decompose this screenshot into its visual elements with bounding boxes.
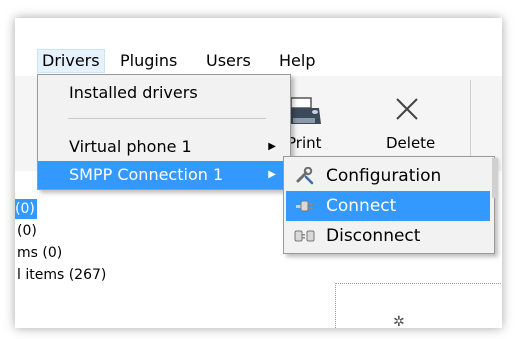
folder-tree: (0) (0) ms (0) l items (267) — [15, 171, 220, 328]
submenu-arrow-icon: ▶ — [268, 169, 276, 180]
menu-item-label: Virtual phone 1 — [69, 137, 192, 156]
delete-x-icon — [396, 98, 418, 120]
tree-row[interactable]: (0) — [15, 199, 37, 219]
menu-item-label: Connect — [326, 196, 397, 216]
menu-item-label: Installed drivers — [69, 83, 198, 102]
smpp-submenu: Configuration Connect Disconnect — [283, 156, 495, 254]
app-window: Drivers Plugins Users Help Print Delete … — [15, 18, 502, 328]
menu-item-label: SMPP Connection 1 — [69, 165, 224, 184]
menu-item-label: Disconnect — [326, 226, 421, 246]
menu-item-installed-drivers[interactable]: Installed drivers — [38, 79, 290, 107]
menu-item-virtual-phone[interactable]: Virtual phone 1 ▶ — [38, 133, 290, 161]
menu-users[interactable]: Users — [202, 49, 255, 73]
menu-separator — [68, 118, 266, 119]
scrollbar-thumb[interactable] — [492, 158, 498, 198]
print-label: Print — [287, 134, 322, 152]
drivers-dropdown: Installed drivers Virtual phone 1 ▶ SMPP… — [37, 74, 291, 190]
delete-button[interactable]: Delete — [370, 92, 440, 156]
submenu-arrow-icon: ▶ — [268, 141, 276, 152]
tree-row[interactable]: l items (267) — [17, 265, 106, 285]
menu-item-configuration[interactable]: Configuration — [286, 161, 490, 191]
tree-row[interactable]: ms (0) — [17, 243, 62, 263]
menu-item-label: Configuration — [326, 166, 442, 186]
menu-drivers[interactable]: Drivers — [37, 49, 105, 73]
menu-item-disconnect[interactable]: Disconnect — [286, 221, 490, 251]
menu-bar: Drivers Plugins Users Help — [15, 46, 502, 76]
menu-item-smpp-connection[interactable]: SMPP Connection 1 ▶ — [38, 161, 290, 189]
menu-item-connect[interactable]: Connect — [286, 191, 490, 221]
sparkle-icon: ✲ — [393, 314, 405, 328]
toolbar-separator — [470, 80, 471, 162]
plug-connect-icon — [296, 200, 313, 212]
plug-disconnect-icon — [294, 230, 315, 242]
delete-label: Delete — [386, 134, 436, 152]
menu-plugins[interactable]: Plugins — [116, 49, 181, 73]
dotted-guide-vertical — [335, 283, 337, 328]
menu-help[interactable]: Help — [275, 49, 319, 73]
dotted-guide — [335, 283, 502, 285]
wrench-icon — [296, 167, 314, 185]
tree-row[interactable]: (0) — [17, 221, 37, 241]
printer-icon — [287, 97, 321, 124]
